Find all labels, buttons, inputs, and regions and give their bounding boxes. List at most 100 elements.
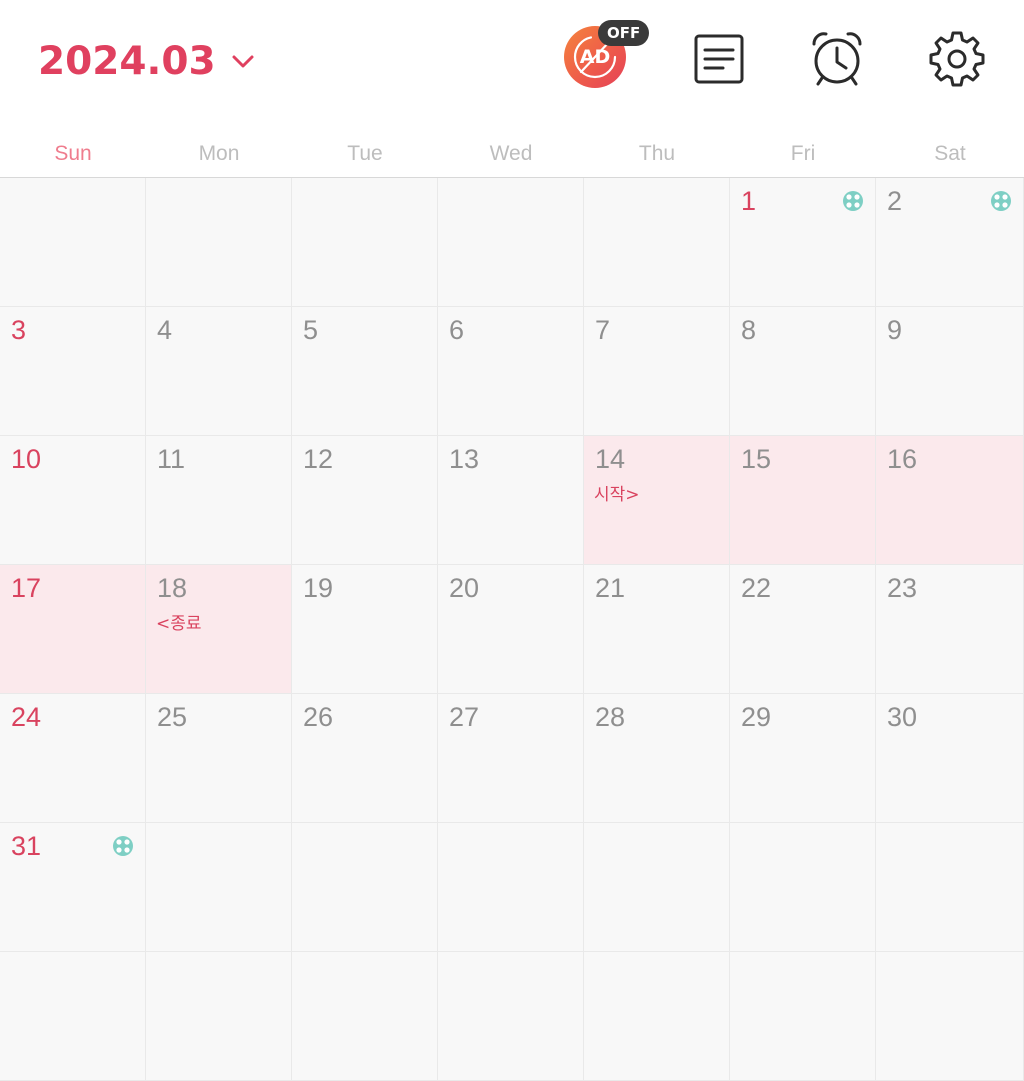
day-number: 26 bbox=[303, 702, 334, 732]
day-cell-26[interactable]: 26 bbox=[292, 694, 438, 823]
day-cell-6[interactable]: 6 bbox=[438, 307, 584, 436]
day-number: 28 bbox=[595, 702, 626, 732]
day-number: 6 bbox=[449, 315, 465, 345]
day-cell-27[interactable]: 27 bbox=[438, 694, 584, 823]
day-cell-12[interactable]: 12 bbox=[292, 436, 438, 565]
empty-day-cell bbox=[146, 178, 292, 307]
day-cell-23[interactable]: 23 bbox=[876, 565, 1024, 694]
day-cell-25[interactable]: 25 bbox=[146, 694, 292, 823]
day-number: 3 bbox=[11, 315, 27, 345]
weekday-sun: Sun bbox=[54, 142, 92, 165]
alarm-clock-icon bbox=[812, 32, 862, 86]
empty-day-cell bbox=[876, 952, 1024, 1081]
day-number: 8 bbox=[741, 315, 757, 345]
range-event-label: <종료 bbox=[156, 614, 202, 634]
day-number: 23 bbox=[887, 573, 918, 603]
empty-day-cell bbox=[584, 178, 730, 307]
day-number: 15 bbox=[741, 444, 772, 474]
empty-day-cell bbox=[438, 952, 584, 1081]
gear-icon bbox=[929, 31, 985, 87]
empty-day-cell bbox=[292, 952, 438, 1081]
month-title: 2024.03 bbox=[38, 38, 216, 84]
day-number: 21 bbox=[595, 573, 626, 603]
day-cell-22[interactable]: 22 bbox=[730, 565, 876, 694]
day-cell-9[interactable]: 9 bbox=[876, 307, 1024, 436]
day-number: 20 bbox=[449, 573, 480, 603]
day-number: 13 bbox=[449, 444, 480, 474]
day-cell-29[interactable]: 29 bbox=[730, 694, 876, 823]
weekday-fri: Fri bbox=[790, 142, 816, 165]
empty-day-cell bbox=[876, 823, 1024, 952]
day-number: 11 bbox=[157, 444, 186, 474]
range-event-label: 시작> bbox=[594, 485, 640, 505]
day-number: 10 bbox=[11, 444, 42, 474]
day-cell-5[interactable]: 5 bbox=[292, 307, 438, 436]
day-cell-21[interactable]: 21 bbox=[584, 565, 730, 694]
day-number: 1 bbox=[741, 186, 757, 216]
day-cell-17[interactable]: 17 bbox=[0, 565, 146, 694]
empty-day-cell bbox=[438, 178, 584, 307]
day-number: 24 bbox=[11, 702, 42, 732]
day-number: 30 bbox=[887, 702, 918, 732]
day-cell-3[interactable]: 3 bbox=[0, 307, 146, 436]
event-dot-icon bbox=[991, 191, 1011, 211]
day-cell-16[interactable]: 16 bbox=[876, 436, 1024, 565]
day-number: 2 bbox=[887, 186, 903, 216]
day-cell-1[interactable]: 1 bbox=[730, 178, 876, 307]
weekday-sat: Sat bbox=[934, 142, 966, 165]
day-cell-18[interactable]: 18 <종료 bbox=[146, 565, 292, 694]
day-number: 14 bbox=[595, 444, 626, 474]
day-cell-8[interactable]: 8 bbox=[730, 307, 876, 436]
calendar-grid: 1 2 3 4 5 6 7 8 9 10 11 12 13 14 시작> 15 16 17 18 <종료 19 20 21 2… bbox=[0, 178, 1024, 1081]
day-cell-10[interactable]: 10 bbox=[0, 436, 146, 565]
memo-icon bbox=[694, 34, 744, 84]
day-number: 18 bbox=[157, 573, 188, 603]
weekday-tue: Tue bbox=[347, 142, 383, 165]
day-cell-15[interactable]: 15 bbox=[730, 436, 876, 565]
day-cell-13[interactable]: 13 bbox=[438, 436, 584, 565]
day-number: 4 bbox=[157, 315, 173, 345]
weekday-header: Sun Mon Tue Wed Thu Fri Sat bbox=[0, 130, 1024, 178]
empty-day-cell bbox=[438, 823, 584, 952]
month-selector[interactable]: 2024.03 bbox=[38, 36, 256, 86]
day-cell-31[interactable]: 31 bbox=[0, 823, 146, 952]
weekday-wed: Wed bbox=[489, 142, 533, 165]
day-number: 25 bbox=[157, 702, 188, 732]
weekday-thu: Thu bbox=[638, 142, 676, 165]
day-number: 19 bbox=[303, 573, 334, 603]
day-cell-30[interactable]: 30 bbox=[876, 694, 1024, 823]
day-cell-19[interactable]: 19 bbox=[292, 565, 438, 694]
event-dot-icon bbox=[113, 836, 133, 856]
day-number: 31 bbox=[11, 831, 42, 861]
empty-day-cell bbox=[292, 823, 438, 952]
day-number: 29 bbox=[741, 702, 772, 732]
memo-button[interactable] bbox=[686, 26, 752, 92]
day-cell-14[interactable]: 14 시작> bbox=[584, 436, 730, 565]
day-cell-20[interactable]: 20 bbox=[438, 565, 584, 694]
empty-day-cell bbox=[584, 952, 730, 1081]
chevron-down-icon bbox=[232, 55, 254, 68]
day-cell-4[interactable]: 4 bbox=[146, 307, 292, 436]
empty-day-cell bbox=[292, 178, 438, 307]
ad-label: AD bbox=[579, 46, 611, 68]
day-cell-11[interactable]: 11 bbox=[146, 436, 292, 565]
app-header: 2024.03 AD OFF bbox=[0, 0, 1024, 122]
day-number: 22 bbox=[741, 573, 772, 603]
day-cell-7[interactable]: 7 bbox=[584, 307, 730, 436]
day-cell-24[interactable]: 24 bbox=[0, 694, 146, 823]
ad-off-badge: OFF bbox=[598, 20, 650, 46]
empty-day-cell bbox=[0, 178, 146, 307]
weekday-mon: Mon bbox=[198, 142, 240, 165]
empty-day-cell bbox=[584, 823, 730, 952]
event-dot-icon bbox=[843, 191, 863, 211]
empty-day-cell bbox=[730, 823, 876, 952]
alarm-button[interactable] bbox=[804, 26, 870, 92]
empty-day-cell bbox=[146, 823, 292, 952]
empty-day-cell bbox=[146, 952, 292, 1081]
ad-toggle-button[interactable]: AD OFF bbox=[560, 20, 650, 92]
settings-button[interactable] bbox=[924, 26, 990, 92]
day-cell-28[interactable]: 28 bbox=[584, 694, 730, 823]
empty-day-cell bbox=[0, 952, 146, 1081]
day-cell-2[interactable]: 2 bbox=[876, 178, 1024, 307]
day-number: 7 bbox=[595, 315, 611, 345]
